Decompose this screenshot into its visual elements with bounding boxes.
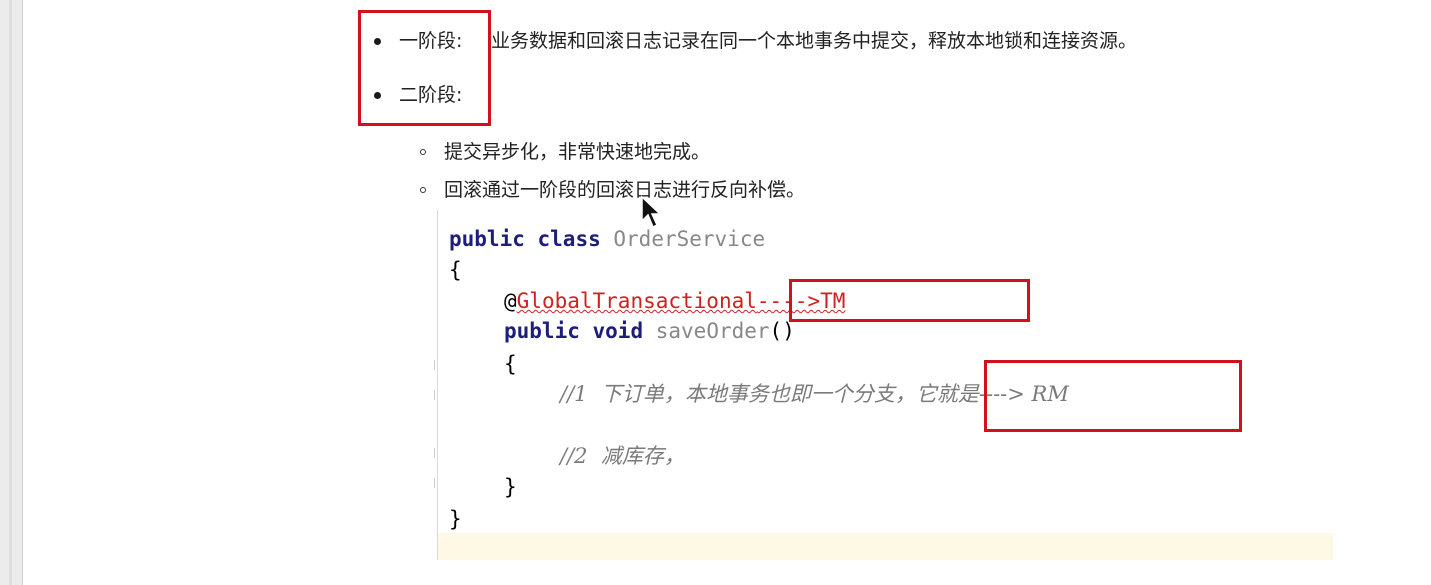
code-line-class-decl: public class OrderService xyxy=(449,225,765,253)
current-line-highlight xyxy=(438,533,1333,560)
sub-bullet-2 xyxy=(420,187,426,193)
fold-marker xyxy=(434,360,443,370)
tm-highlight-box xyxy=(789,279,1030,322)
mouse-cursor-icon xyxy=(641,195,662,229)
left-scroll-rail xyxy=(0,0,23,585)
keyword-public: public xyxy=(504,319,580,343)
class-name: OrderService xyxy=(613,227,766,251)
phase-highlight-box xyxy=(358,10,491,126)
sub-item-async-commit: 提交异步化，非常快速地完成。 xyxy=(444,141,711,163)
method-parens: () xyxy=(769,319,795,343)
sub-bullet-1 xyxy=(420,149,426,155)
at-sign: @ xyxy=(504,289,517,313)
code-line-method-decl: public void saveOrder() xyxy=(504,317,795,345)
keyword-public: public xyxy=(449,227,525,251)
sub-item-rollback: 回滚通过一阶段的回滚日志进行反向补偿。 xyxy=(444,179,806,201)
code-line-method-brace-open: { xyxy=(504,352,517,376)
keyword-class: class xyxy=(537,227,601,251)
phase1-text: 业务数据和回滚日志记录在同一个本地事务中提交，释放本地锁和连接资源。 xyxy=(491,30,1138,52)
fold-marker xyxy=(434,390,443,400)
code-line-method-brace-close: } xyxy=(504,475,517,499)
rm-highlight-box xyxy=(984,360,1242,432)
keyword-void: void xyxy=(592,319,644,343)
code-line-class-brace-close: } xyxy=(449,507,462,531)
method-name: saveOrder xyxy=(655,319,770,343)
comment-1-text: //1 下订单，本地事务也即一个分支， xyxy=(560,382,916,406)
fold-marker xyxy=(434,478,443,488)
code-line-brace-open: { xyxy=(449,258,462,282)
fold-marker xyxy=(434,448,443,458)
code-comment-2: //2 减库存， xyxy=(560,444,685,468)
annotation-name: GlobalTransactional xyxy=(516,289,757,313)
